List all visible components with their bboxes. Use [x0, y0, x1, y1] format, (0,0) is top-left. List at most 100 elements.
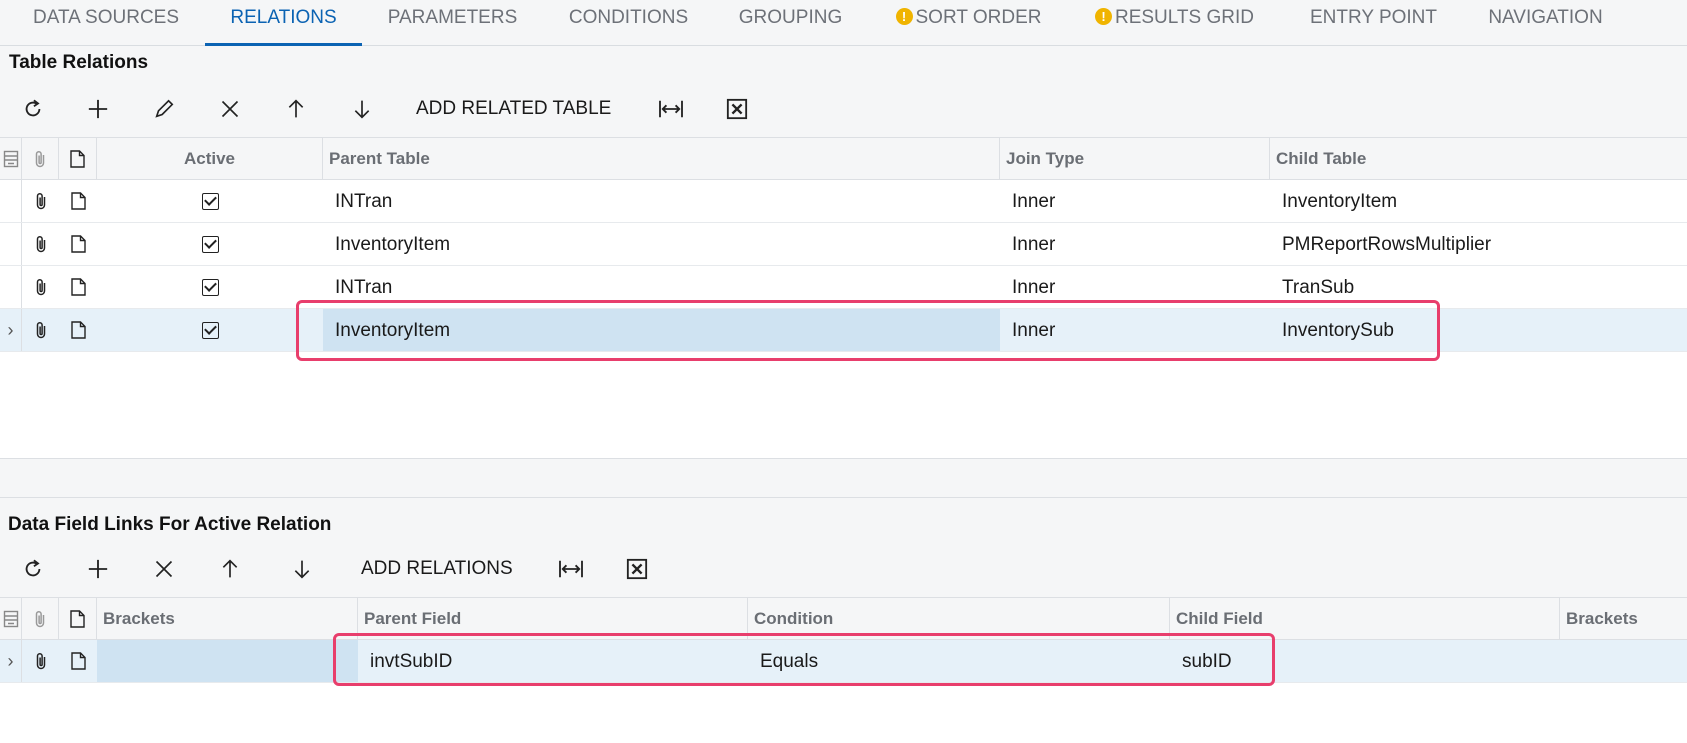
checkbox-checked-icon — [201, 278, 219, 296]
refresh-icon[interactable] — [13, 89, 53, 129]
fit-width-icon[interactable] — [651, 89, 691, 129]
table-row[interactable]: INTran Inner InventoryItem — [0, 180, 1687, 223]
tab-label: SORT ORDER — [915, 7, 1042, 28]
note-icon[interactable] — [59, 309, 97, 351]
note-icon[interactable] — [59, 266, 97, 308]
move-up-icon[interactable] — [276, 89, 316, 129]
move-down-icon[interactable] — [282, 549, 322, 589]
tab-label: RESULTS GRID — [1114, 7, 1254, 28]
tab-navigation[interactable]: NAVIGATION — [1478, 0, 1613, 46]
attachment-icon[interactable] — [22, 640, 59, 682]
checkbox-checked-icon — [201, 192, 219, 210]
column-header-brackets-open[interactable]: Brackets — [97, 598, 358, 640]
tab-label: GROUPING — [738, 7, 843, 28]
child-table-cell[interactable]: InventoryItem — [1270, 180, 1687, 222]
brackets-close-cell[interactable] — [1560, 640, 1687, 682]
condition-cell[interactable]: Equals — [748, 640, 1170, 682]
note-header-icon — [59, 138, 97, 180]
tab-label: RELATIONS — [230, 7, 337, 28]
note-icon[interactable] — [59, 640, 97, 682]
tab-data-sources[interactable]: DATA SOURCES — [18, 0, 194, 46]
table-row[interactable]: INTran Inner TranSub — [0, 266, 1687, 309]
tab-parameters[interactable]: PARAMETERS — [375, 0, 530, 46]
parent-table-cell[interactable]: InventoryItem — [323, 223, 1000, 265]
column-header-join-type[interactable]: Join Type — [1000, 138, 1270, 180]
export-excel-icon[interactable] — [617, 549, 657, 589]
column-header-condition[interactable]: Condition — [748, 598, 1170, 640]
table-row-selected[interactable]: › InventoryItem Inner InventorySub — [0, 309, 1687, 352]
note-header-icon — [59, 598, 97, 640]
child-table-cell[interactable]: TranSub — [1270, 266, 1687, 308]
tab-grouping[interactable]: GROUPING — [728, 0, 853, 46]
delete-icon[interactable] — [210, 89, 250, 129]
table-row[interactable]: InventoryItem Inner PMReportRowsMultipli… — [0, 223, 1687, 266]
fit-width-icon[interactable] — [551, 549, 591, 589]
child-table-cell[interactable]: InventorySub — [1270, 309, 1687, 351]
column-header-child-field[interactable]: Child Field — [1170, 598, 1560, 640]
parent-table-cell[interactable]: INTran — [323, 180, 1000, 222]
column-header-parent-table[interactable]: Parent Table — [323, 138, 1000, 180]
tab-label: ENTRY POINT — [1309, 7, 1438, 28]
refresh-icon[interactable] — [13, 549, 53, 589]
add-icon[interactable] — [78, 89, 118, 129]
table-row-selected[interactable]: › invtSubID Equals subID — [0, 640, 1687, 683]
column-header-brackets-close[interactable]: Brackets — [1560, 598, 1687, 640]
add-related-table-button[interactable]: ADD RELATED TABLE — [416, 89, 626, 129]
move-up-icon[interactable] — [210, 549, 250, 589]
tab-relations[interactable]: RELATIONS — [205, 0, 362, 46]
row-selector[interactable] — [0, 223, 22, 265]
tab-sort-order[interactable]: ! SORT ORDER — [886, 0, 1051, 46]
attachment-icon[interactable] — [22, 266, 59, 308]
attachment-header-icon — [22, 138, 59, 180]
active-checkbox[interactable] — [97, 180, 323, 222]
attachment-header-icon — [22, 598, 59, 640]
note-icon[interactable] — [59, 180, 97, 222]
move-down-icon[interactable] — [342, 89, 382, 129]
parent-table-cell[interactable]: InventoryItem — [323, 309, 1000, 351]
tab-label: NAVIGATION — [1488, 7, 1603, 28]
tab-label: PARAMETERS — [387, 7, 518, 28]
tab-bar: DATA SOURCES RELATIONS PARAMETERS CONDIT… — [0, 0, 1687, 46]
brackets-open-cell[interactable] — [97, 640, 358, 682]
add-relations-button[interactable]: ADD RELATIONS — [361, 549, 531, 589]
delete-icon[interactable] — [144, 549, 184, 589]
section-title: Data Field Links For Active Relation — [8, 514, 332, 535]
tab-results-grid[interactable]: ! RESULTS GRID — [1087, 0, 1262, 46]
note-icon[interactable] — [59, 223, 97, 265]
child-table-cell[interactable]: PMReportRowsMultiplier — [1270, 223, 1687, 265]
attachment-icon[interactable] — [22, 223, 59, 265]
attachment-icon[interactable] — [22, 309, 59, 351]
active-checkbox[interactable] — [97, 309, 323, 351]
column-selector-icon[interactable] — [0, 138, 22, 180]
field-links-header-panel: Data Field Links For Active Relation ADD… — [0, 498, 1687, 597]
add-icon[interactable] — [78, 549, 118, 589]
relations-header-panel: Table Relations ADD RELATED TABLE — [0, 46, 1687, 137]
active-checkbox[interactable] — [97, 223, 323, 265]
join-type-cell[interactable]: Inner — [1000, 309, 1270, 351]
attachment-icon[interactable] — [22, 180, 59, 222]
parent-field-cell[interactable]: invtSubID — [358, 640, 748, 682]
splitter[interactable] — [0, 458, 1687, 498]
export-excel-icon[interactable] — [717, 89, 757, 129]
active-checkbox[interactable] — [97, 266, 323, 308]
join-type-cell[interactable]: Inner — [1000, 266, 1270, 308]
edit-icon[interactable] — [144, 89, 184, 129]
tab-entry-point[interactable]: ENTRY POINT — [1296, 0, 1451, 46]
parent-table-cell[interactable]: INTran — [323, 266, 1000, 308]
column-header-parent-field[interactable]: Parent Field — [358, 598, 748, 640]
column-header-active[interactable]: Active — [97, 138, 323, 180]
checkbox-checked-icon — [201, 321, 219, 339]
tab-label: CONDITIONS — [568, 7, 689, 28]
row-selector-chevron-icon[interactable]: › — [0, 640, 22, 682]
row-selector[interactable] — [0, 266, 22, 308]
column-header-child-table[interactable]: Child Table — [1270, 138, 1687, 180]
relations-grid-header: Active Parent Table Join Type Child Tabl… — [0, 137, 1687, 180]
row-selector-chevron-icon[interactable]: › — [0, 309, 22, 351]
row-selector[interactable] — [0, 180, 22, 222]
tab-conditions[interactable]: CONDITIONS — [556, 0, 701, 46]
warning-icon: ! — [1094, 8, 1112, 25]
join-type-cell[interactable]: Inner — [1000, 223, 1270, 265]
column-selector-icon[interactable] — [0, 598, 22, 640]
join-type-cell[interactable]: Inner — [1000, 180, 1270, 222]
child-field-cell[interactable]: subID — [1170, 640, 1560, 682]
